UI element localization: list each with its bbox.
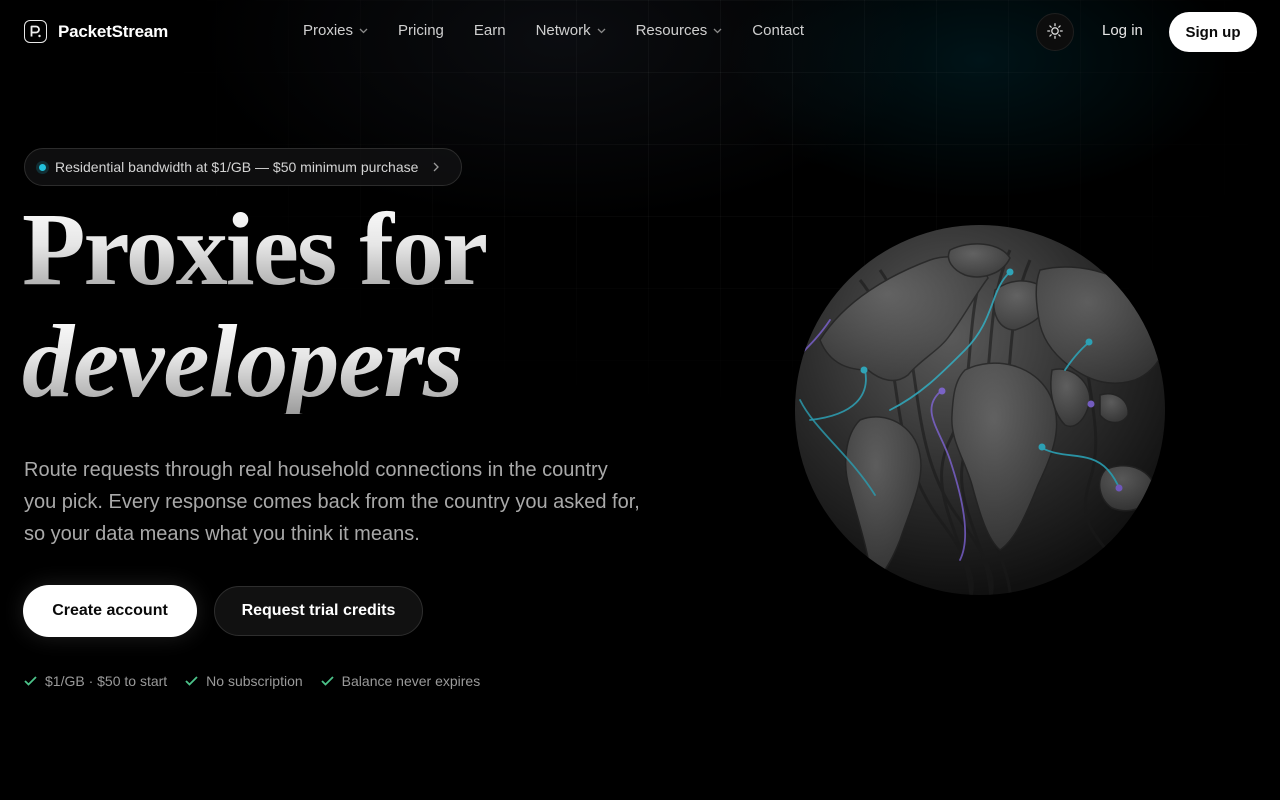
- chevron-down-icon: [713, 28, 722, 34]
- hero-subtitle: Route requests through real household co…: [24, 459, 640, 545]
- check-text: No subscription: [206, 673, 303, 689]
- sun-icon: [1047, 22, 1063, 42]
- nav-network-label: Network: [535, 22, 591, 39]
- nav-resources-label: Resources: [635, 22, 708, 39]
- check-icon: [24, 676, 37, 686]
- login-link[interactable]: Log in: [1102, 22, 1143, 39]
- announcement-pill[interactable]: Residential bandwidth at $1/GB — $50 min…: [24, 148, 463, 186]
- theme-toggle-button[interactable]: [1036, 13, 1074, 51]
- chevron-right-icon: [433, 162, 440, 172]
- nav-resources[interactable]: Resources: [636, 22, 723, 39]
- nav-contact[interactable]: Contact: [752, 22, 804, 39]
- create-account-button[interactable]: Create account: [23, 585, 197, 637]
- nav-proxies[interactable]: Proxies: [303, 22, 368, 39]
- nav-contact-label: Contact: [752, 22, 804, 39]
- signup-button[interactable]: Sign up: [1169, 12, 1257, 52]
- check-item: No subscription: [185, 673, 303, 689]
- nav-pricing-label: Pricing: [398, 22, 444, 39]
- headline-line-1: Proxies for: [22, 198, 722, 302]
- check-text: $1/GB · $50 to start: [45, 673, 168, 689]
- brand-name: PacketStream: [58, 21, 169, 41]
- nav-network[interactable]: Network: [536, 22, 606, 39]
- globe-svg: [795, 225, 1165, 595]
- feature-checks: $1/GB · $50 to start No subscription Bal…: [24, 673, 498, 689]
- check-icon: [321, 676, 334, 686]
- check-item: Balance never expires: [321, 673, 481, 689]
- nav-earn-label: Earn: [473, 22, 506, 39]
- request-trial-credits-button[interactable]: Request trial credits: [214, 586, 423, 636]
- top-nav: PacketStream Proxies Pricing Earn Networ…: [0, 0, 1280, 64]
- chevron-down-icon: [597, 28, 606, 34]
- check-icon: [185, 676, 198, 686]
- globe-illustration: [790, 220, 1170, 600]
- status-dot-icon: [39, 163, 46, 171]
- nav-pricing[interactable]: Pricing: [398, 22, 444, 39]
- brand-logo-link[interactable]: PacketStream: [24, 20, 168, 43]
- nav-earn[interactable]: Earn: [474, 22, 506, 39]
- headline-line-2: developers: [22, 310, 722, 414]
- check-text: Balance never expires: [341, 673, 481, 689]
- logo-icon: [24, 20, 47, 43]
- hero-headline: Proxies for developers: [22, 196, 722, 414]
- chevron-down-icon: [359, 28, 368, 34]
- check-item: $1/GB · $50 to start: [24, 673, 167, 689]
- page: PacketStream Proxies Pricing Earn Networ…: [0, 0, 1280, 800]
- announcement-text: Residential bandwidth at $1/GB — $50 min…: [55, 159, 419, 175]
- nav-proxies-label: Proxies: [303, 22, 354, 39]
- nav-links: Proxies Pricing Earn Network Resources C…: [303, 22, 834, 39]
